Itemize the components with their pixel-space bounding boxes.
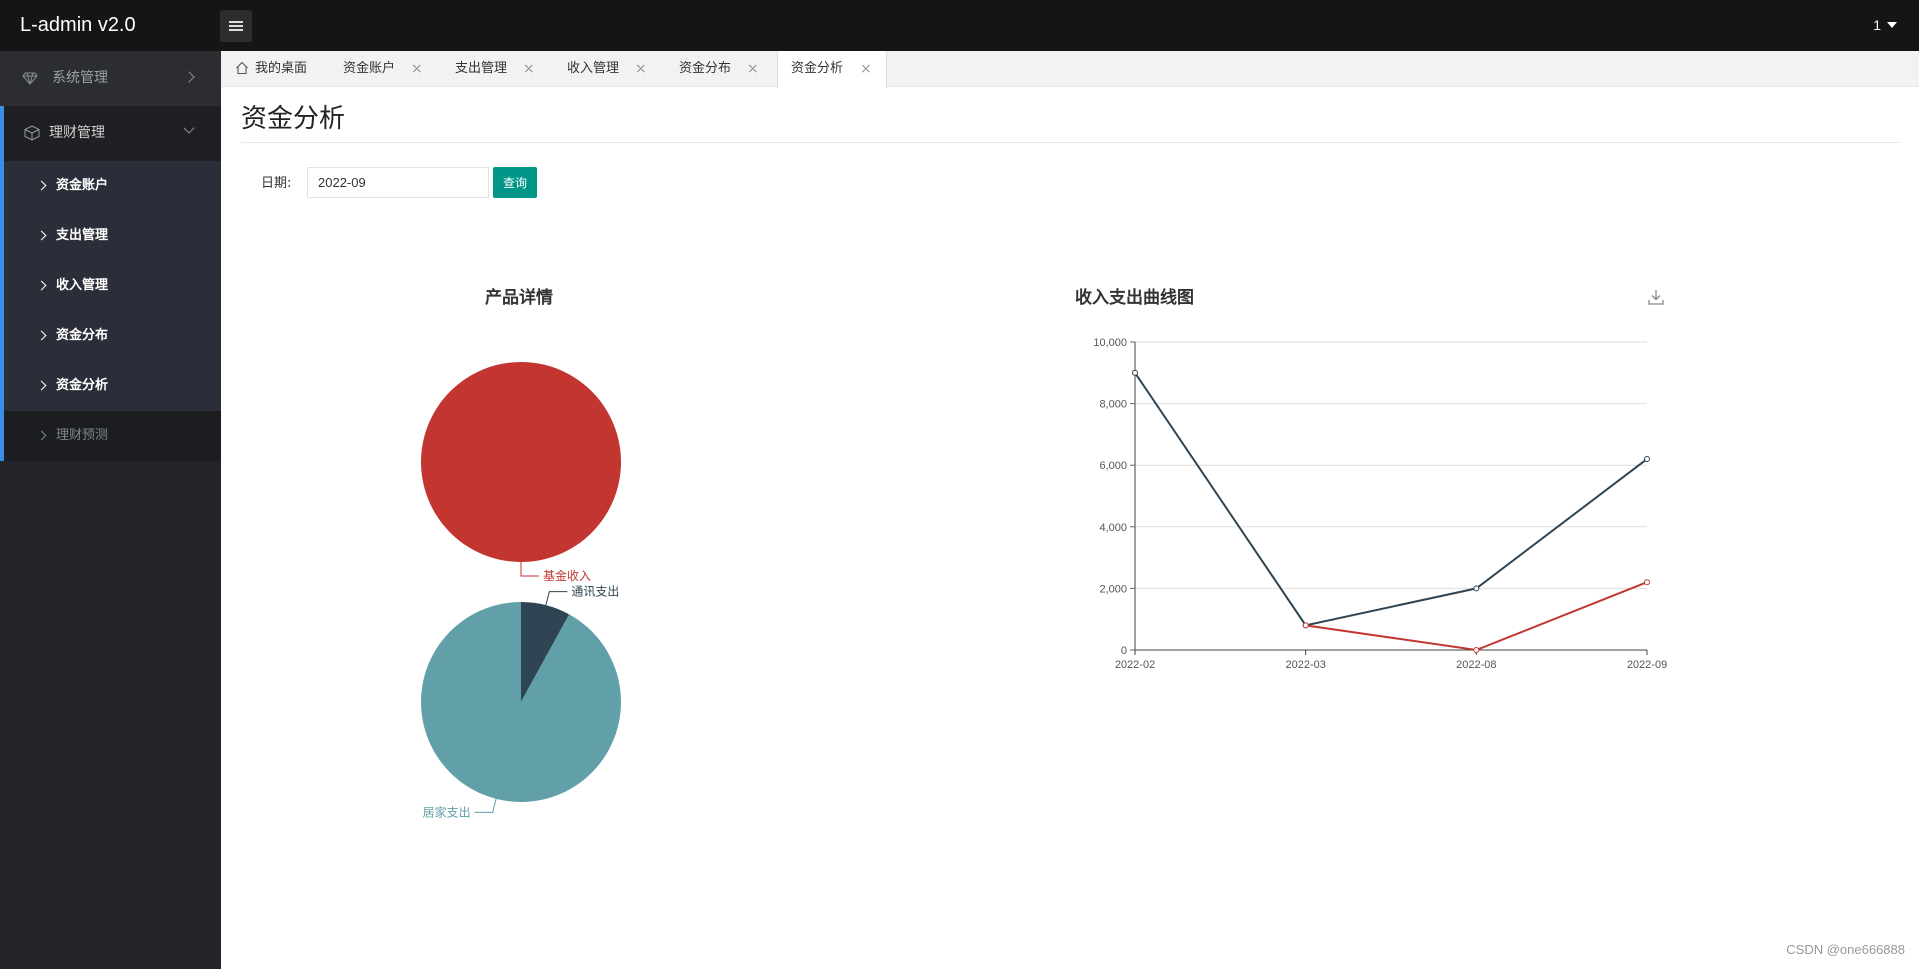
tab-label: 我的桌面 bbox=[255, 61, 308, 76]
close-icon[interactable]: × bbox=[523, 51, 535, 87]
query-button[interactable]: 查询 bbox=[493, 167, 537, 198]
menu-toggle-button[interactable] bbox=[220, 10, 252, 42]
sidebar-item-label: 资金账户 bbox=[56, 178, 109, 193]
y-tick-label: 2,000 bbox=[1099, 583, 1127, 595]
sidebar-item-label: 收入管理 bbox=[56, 278, 109, 293]
series-line bbox=[1305, 581, 1648, 652]
tab-analysis[interactable]: 资金分析 × bbox=[777, 51, 887, 88]
tab-label: 资金分析 bbox=[791, 61, 844, 76]
pie-slice-label: 基金收入 bbox=[543, 568, 591, 583]
tab-home[interactable]: 我的桌面 bbox=[235, 51, 317, 87]
chevron-right-icon bbox=[36, 180, 47, 191]
close-icon[interactable]: × bbox=[635, 51, 647, 87]
sidebar-group-finance[interactable]: 理财管理 bbox=[0, 106, 221, 161]
sidebar-item-label: 支出管理 bbox=[56, 228, 109, 243]
caret-down-icon bbox=[1887, 22, 1897, 28]
tab-accounts[interactable]: 资金账户 × bbox=[343, 51, 438, 87]
chevron-right-icon bbox=[183, 71, 195, 83]
pie-slice-label: 居家支出 bbox=[423, 804, 471, 819]
divider bbox=[241, 142, 1901, 143]
pie-slice[interactable] bbox=[421, 602, 621, 802]
pie-slice[interactable] bbox=[421, 362, 621, 562]
y-tick-label: 8,000 bbox=[1099, 399, 1127, 411]
date-input[interactable] bbox=[307, 167, 489, 198]
x-tick-label: 2022-03 bbox=[1285, 659, 1325, 671]
chevron-right-icon bbox=[36, 330, 47, 341]
data-point[interactable] bbox=[1302, 622, 1309, 629]
x-tick-label: 2022-09 bbox=[1627, 659, 1667, 671]
tab-label: 收入管理 bbox=[567, 61, 620, 76]
tab-distribution[interactable]: 资金分布 × bbox=[679, 51, 774, 87]
date-label: 日期: bbox=[261, 176, 292, 191]
user-menu[interactable]: 1 bbox=[1873, 0, 1897, 51]
data-point[interactable] bbox=[1473, 585, 1480, 592]
y-tick-label: 10,000 bbox=[1093, 337, 1127, 349]
hamburger-icon-line bbox=[229, 29, 243, 31]
sidebar-group-system[interactable]: 系统管理 bbox=[0, 51, 221, 106]
tab-bar: 我的桌面 资金账户 × 支出管理 × 收入管理 × 资金分布 × 资金分析 × bbox=[221, 51, 1919, 88]
chevron-right-icon bbox=[36, 380, 47, 391]
sidebar-item-expenses[interactable]: 支出管理 bbox=[4, 211, 221, 261]
pie-label-line bbox=[474, 798, 497, 813]
data-point[interactable] bbox=[1644, 456, 1650, 463]
home-icon bbox=[236, 61, 248, 75]
sidebar-item-label: 资金分布 bbox=[56, 328, 109, 343]
x-tick-label: 2022-02 bbox=[1115, 659, 1155, 671]
line-chart-title: 收入支出曲线图 bbox=[1075, 288, 1194, 308]
cube-icon bbox=[24, 125, 40, 141]
close-icon[interactable]: × bbox=[411, 51, 423, 87]
sidebar-item-label: 理财预测 bbox=[56, 428, 109, 443]
sidebar-item-analysis[interactable]: 资金分析 bbox=[4, 361, 221, 411]
pie-label-line bbox=[520, 562, 539, 577]
y-tick-label: 6,000 bbox=[1099, 460, 1127, 472]
diamond-icon bbox=[22, 72, 38, 85]
hamburger-icon-line bbox=[229, 25, 243, 27]
sidebar-item-accounts[interactable]: 资金账户 bbox=[4, 161, 221, 211]
tab-income[interactable]: 收入管理 × bbox=[567, 51, 662, 87]
tab-label: 资金分布 bbox=[679, 61, 732, 76]
y-tick-label: 4,000 bbox=[1099, 522, 1127, 534]
chevron-down-icon bbox=[183, 122, 195, 134]
hamburger-icon bbox=[229, 21, 243, 23]
data-point[interactable] bbox=[1473, 647, 1480, 653]
sidebar-item-forecast[interactable]: 理财预测 bbox=[4, 411, 221, 461]
data-point[interactable] bbox=[1644, 579, 1650, 586]
y-tick-label: 0 bbox=[1121, 645, 1127, 657]
sidebar-group-label: 理财管理 bbox=[49, 125, 105, 141]
data-point[interactable] bbox=[1132, 369, 1138, 376]
download-icon[interactable] bbox=[1647, 288, 1665, 306]
watermark: CSDN @one666888 bbox=[1786, 942, 1905, 957]
sidebar-item-label: 资金分析 bbox=[56, 378, 109, 393]
pie-label-line bbox=[545, 591, 568, 606]
pie-slice-label: 通讯支出 bbox=[571, 585, 619, 599]
tab-label: 支出管理 bbox=[455, 61, 508, 76]
pie-chart-title: 产品详情 bbox=[485, 288, 553, 308]
app-logo[interactable]: L-admin v2.0 bbox=[20, 0, 136, 51]
close-icon[interactable]: × bbox=[860, 51, 872, 87]
tab-label: 资金账户 bbox=[343, 61, 396, 76]
sidebar-item-distribution[interactable]: 资金分布 bbox=[4, 311, 221, 361]
page-title: 资金分析 bbox=[241, 104, 346, 134]
pie-chart: 基金收入通讯支出居家支出 bbox=[421, 362, 621, 819]
sidebar: 系统管理 理财管理 资金账户 支出管理 收入管理 资金分布 资金分析 理财预测 bbox=[0, 51, 221, 969]
sidebar-item-income[interactable]: 收入管理 bbox=[4, 261, 221, 311]
user-name: 1 bbox=[1873, 17, 1881, 33]
sidebar-group-label: 系统管理 bbox=[52, 70, 108, 86]
line-chart: 0 2,000 4,000 6,000 8,000 10,000 2022-02 2022-0… bbox=[1093, 337, 1667, 671]
chevron-right-icon bbox=[36, 280, 47, 291]
chevron-right-icon bbox=[36, 430, 47, 441]
top-header: L-admin v2.0 1 bbox=[0, 0, 1919, 51]
x-tick-label: 2022-08 bbox=[1456, 659, 1496, 671]
close-icon[interactable]: × bbox=[747, 51, 759, 87]
chevron-right-icon bbox=[36, 230, 47, 241]
tab-expenses[interactable]: 支出管理 × bbox=[455, 51, 550, 87]
series-line bbox=[1134, 372, 1648, 627]
sidebar-submenu: 资金账户 支出管理 收入管理 资金分布 资金分析 理财预测 bbox=[0, 161, 221, 461]
